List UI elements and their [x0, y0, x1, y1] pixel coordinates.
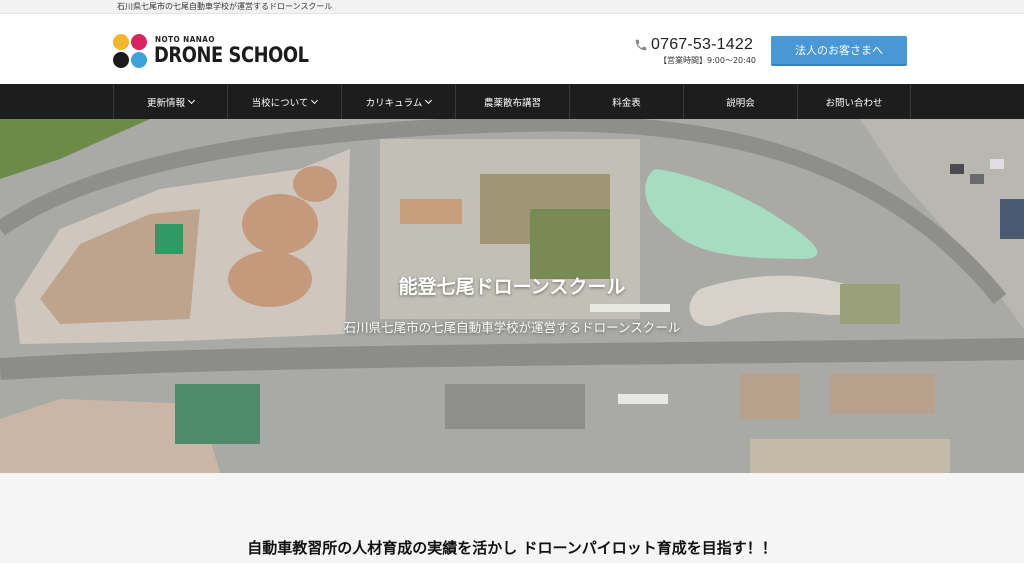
logo-dot-blue [131, 52, 147, 68]
phone-contact[interactable]: 0767-53-1422 [634, 36, 753, 54]
nav-item-label: 農薬散布講習 [483, 97, 541, 109]
nav-item-info-session[interactable]: 説明会 [683, 84, 797, 119]
nav-item-label: 当校について [251, 97, 309, 109]
logo-dot-black [113, 52, 129, 68]
logo-dots-icon [113, 34, 149, 70]
chevron-down-icon [425, 96, 433, 104]
logo-dot-yellow [113, 34, 129, 50]
site-header: NOTO NANAO DRONE SCHOOL 0767-53-1422 【営業… [0, 14, 1024, 84]
main-nav: 更新情報 当校について カリキュラム 農薬散布講習 料金表 説明会 お問い合わせ [0, 84, 1024, 119]
chevron-down-icon [187, 96, 196, 104]
chevron-down-icon [311, 96, 319, 104]
section-heading: 自動車教習所の人材育成の実績を活かし ドローンパイロット育成を目指す！！ [247, 539, 777, 557]
phone-number[interactable]: 0767-53-1422 [651, 36, 753, 54]
nav-item-label: 料金表 [612, 97, 641, 109]
nav-item-contact[interactable]: お問い合わせ [797, 84, 911, 119]
logo-big-text: DRONE SCHOOL [154, 43, 309, 67]
nav-items: 更新情報 当校について カリキュラム 農薬散布講習 料金表 説明会 お問い合わせ [113, 84, 911, 119]
nav-item-label: カリキュラム [365, 97, 423, 109]
nav-item-about[interactable]: 当校について [227, 84, 341, 119]
hero-title: 能登七尾ドローンスクール [398, 276, 626, 298]
nav-item-pricing[interactable]: 料金表 [569, 84, 683, 119]
top-bar: 石川県七尾市の七尾自動車学校が運営するドローンスクール [0, 0, 1024, 14]
nav-item-news[interactable]: 更新情報 [113, 84, 227, 119]
hero-subtitle: 石川県七尾市の七尾自動車学校が運営するドローンスクール [343, 320, 681, 335]
top-bar-tagline: 石川県七尾市の七尾自動車学校が運営するドローンスクール [117, 2, 333, 11]
site-logo[interactable]: NOTO NANAO DRONE SCHOOL [113, 34, 309, 72]
nav-item-curriculum[interactable]: カリキュラム [341, 84, 455, 119]
logo-dot-pink [131, 34, 147, 50]
nav-item-label: 更新情報 [146, 97, 185, 109]
business-hours: 【営業時間】9:00〜20:40 [659, 56, 757, 65]
nav-item-pesticide-course[interactable]: 農薬散布講習 [455, 84, 569, 119]
phone-icon [635, 39, 647, 51]
hero-banner: 能登七尾ドローンスクール 石川県七尾市の七尾自動車学校が運営するドローンスクール [0, 119, 1024, 473]
corporate-customers-button[interactable]: 法人のお客さまへ [771, 36, 907, 66]
nav-item-label: お問い合わせ [825, 97, 883, 109]
nav-item-label: 説明会 [726, 97, 755, 109]
